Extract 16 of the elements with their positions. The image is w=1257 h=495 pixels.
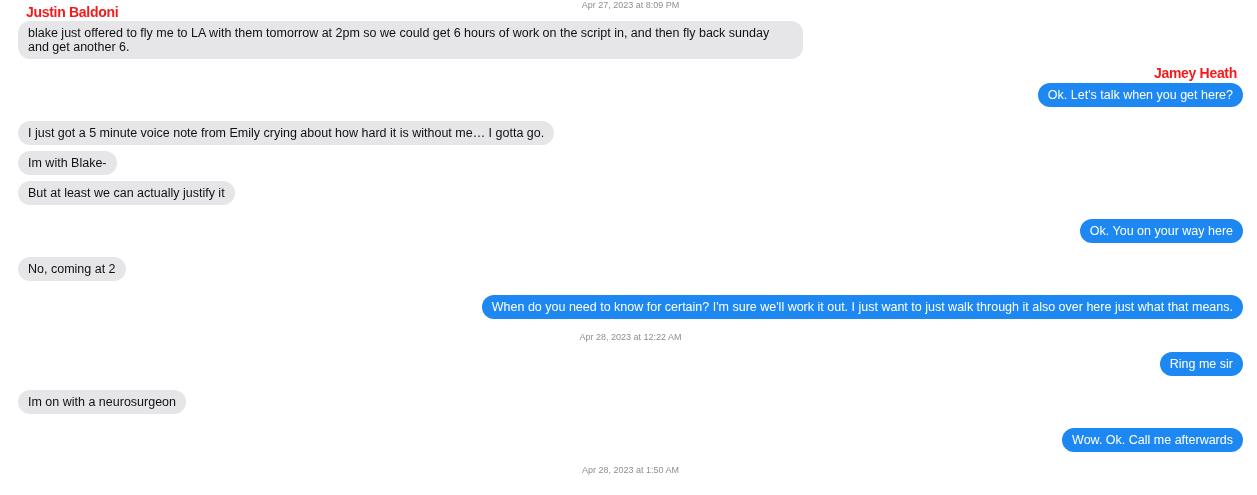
received-message: No, coming at 2 [18, 257, 126, 281]
sent-message: Wow. Ok. Call me afterwards [1062, 428, 1243, 452]
message-timestamp: Apr 28, 2023 at 1:50 AM [581, 464, 680, 477]
sent-message: Ok. Let's talk when you get here? [1037, 83, 1243, 107]
received-message: I just got a 5 minute voice note from Emily crying about how hard it is without me… I gotta go. [18, 121, 555, 145]
sender-name: Justin Baldoni [26, 4, 119, 20]
sent-message: When do you need to know for certain? I'm sure we'll work it out. I just want to just walk through it also over here just what that means. [481, 295, 1243, 319]
message-timestamp: Apr 27, 2023 at 8:09 PM [581, 0, 680, 12]
sent-message: Ok. You on your way here [1079, 219, 1243, 243]
message-timestamp: Apr 28, 2023 at 12:22 AM [579, 331, 682, 344]
sent-message: Ring me sir [1159, 352, 1243, 376]
received-message: But at least we can actually justify it [18, 181, 235, 205]
received-message: blake just offered to fly me to LA with them tomorrow at 2pm so we could get 6 hours of work on the script in, and then fly back sunday and get another 6. [18, 21, 803, 59]
sender-name: Jamey Heath [1153, 65, 1237, 81]
received-message: Im on with a neurosurgeon [18, 390, 186, 414]
received-message: Im with Blake- [18, 151, 117, 175]
